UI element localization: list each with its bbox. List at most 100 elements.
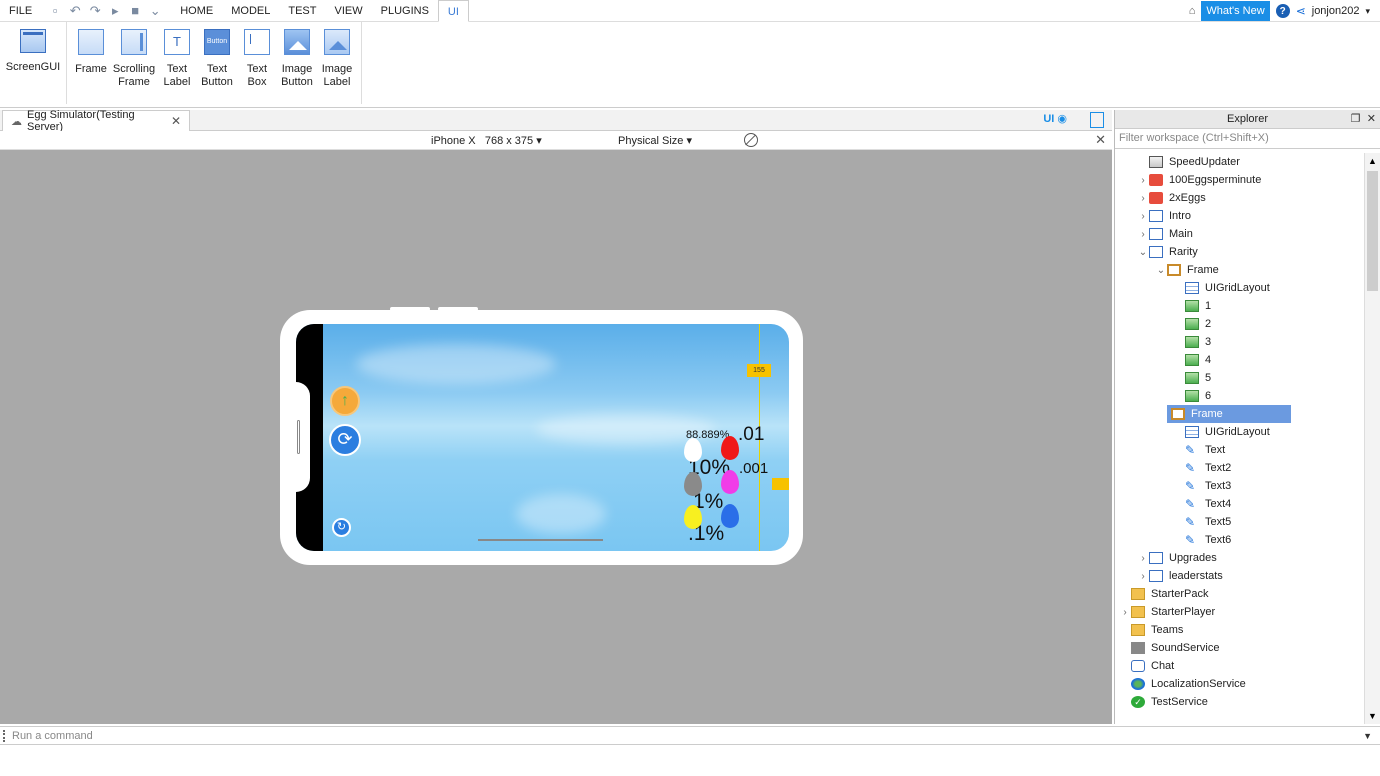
img-icon xyxy=(1185,354,1199,366)
explorer-item[interactable]: ✎ Text5 xyxy=(1173,513,1231,531)
explorer-item[interactable]: ✎ Text4 xyxy=(1173,495,1231,513)
explorer-item[interactable]: 6 xyxy=(1173,387,1211,405)
menu-file[interactable]: FILE xyxy=(0,0,41,22)
chevron-right-icon[interactable]: › xyxy=(1137,175,1149,186)
explorer-item[interactable]: SoundService xyxy=(1119,639,1220,657)
game-screen[interactable]: ↑ ⟳ ↻ 155 88.889% .01 10% .001 1% .1% xyxy=(296,324,789,551)
scroll-up-icon[interactable]: ▲ xyxy=(1368,156,1377,166)
explorer-item[interactable]: › StarterPlayer xyxy=(1119,603,1215,621)
explorer-item[interactable]: 4 xyxy=(1173,351,1211,369)
text-label-button[interactable]: T Text Label xyxy=(157,26,197,104)
close-icon[interactable]: ✕ xyxy=(171,114,181,128)
image-label-button[interactable]: Image Label xyxy=(317,26,357,104)
explorer-item[interactable]: StarterPack xyxy=(1119,585,1208,603)
device-select[interactable]: iPhone X 768 x 375 ▾ xyxy=(431,134,542,147)
scroll-down-icon[interactable]: ▼ xyxy=(1368,711,1377,721)
document-tab[interactable]: ☁ Egg Simulator(Testing Server) ✕ xyxy=(2,109,190,133)
reset-button[interactable]: ↻ xyxy=(332,518,351,537)
chevron-right-icon[interactable]: › xyxy=(1137,229,1149,240)
text-box-button[interactable]: Text Box xyxy=(237,26,277,104)
explorer-item[interactable]: UIGridLayout xyxy=(1173,279,1270,297)
explorer-item[interactable]: › 2xEggs xyxy=(1137,189,1206,207)
cloud xyxy=(356,344,556,384)
chevron-right-icon[interactable]: › xyxy=(1119,607,1131,618)
upgrade-button[interactable]: ↑ xyxy=(330,386,360,416)
close-icon[interactable]: ✕ xyxy=(1095,132,1106,148)
script-icon xyxy=(1149,156,1163,168)
explorer-item[interactable]: 3 xyxy=(1173,333,1211,351)
chevron-down-icon[interactable]: ⌄ xyxy=(1155,265,1167,276)
explorer-item[interactable]: › Upgrades xyxy=(1137,549,1217,567)
selection-handle[interactable] xyxy=(772,478,789,490)
chevron-right-icon[interactable]: › xyxy=(1137,553,1149,564)
rebirth-button[interactable]: ⟳ xyxy=(329,424,361,456)
screengui-label: ScreenGUI xyxy=(5,61,61,73)
chevron-right-icon[interactable]: › xyxy=(1137,211,1149,222)
ui-visibility-toggle[interactable]: UI ◉ xyxy=(1043,112,1067,125)
explorer-item[interactable]: ✎ Text3 xyxy=(1173,477,1231,495)
tab-home[interactable]: HOME xyxy=(171,0,222,22)
frame-button[interactable]: Frame xyxy=(71,26,111,104)
orientation-icon[interactable] xyxy=(744,133,758,147)
tab-test[interactable]: TEST xyxy=(279,0,325,22)
stop-icon[interactable]: ■ xyxy=(127,3,143,19)
explorer-item[interactable]: ✎ Text xyxy=(1173,441,1225,459)
close-icon[interactable]: ✕ xyxy=(1367,113,1376,125)
device-emulator-icon[interactable] xyxy=(1090,112,1104,128)
command-bar[interactable]: Run a command ▼ xyxy=(0,726,1380,745)
explorer-item[interactable]: Teams xyxy=(1119,621,1183,639)
tab-ui[interactable]: UI xyxy=(437,0,469,22)
gui-icon xyxy=(1149,570,1163,582)
explorer-item[interactable]: SpeedUpdater xyxy=(1137,153,1240,171)
text-box-label-2: Box xyxy=(247,76,267,88)
undo-icon[interactable]: ↶ xyxy=(67,3,83,19)
explorer-scrollbar[interactable]: ▲ ▼ xyxy=(1364,153,1380,724)
explorer-item[interactable]: ✎ Text6 xyxy=(1173,531,1231,549)
explorer-item[interactable]: ✓ TestService xyxy=(1119,693,1208,711)
play-icon[interactable]: ▸ xyxy=(107,3,123,19)
viewport[interactable]: ↑ ⟳ ↻ 155 88.889% .01 10% .001 1% .1% xyxy=(0,150,1112,724)
text-button-button[interactable]: Button Text Button xyxy=(197,26,237,104)
redo-icon[interactable]: ↷ xyxy=(87,3,103,19)
explorer-item[interactable]: ⌄ Rarity xyxy=(1137,243,1198,261)
help-icon[interactable]: ? xyxy=(1275,4,1290,18)
explorer-item[interactable]: › 100Eggsperminute xyxy=(1137,171,1261,189)
explorer-item[interactable]: ✎ Text2 xyxy=(1173,459,1231,477)
image-button-button[interactable]: Image Button xyxy=(277,26,317,104)
share-icon[interactable]: ⋖ xyxy=(1296,4,1306,18)
customize-icon[interactable]: ⌄ xyxy=(147,3,163,19)
phone-button xyxy=(390,307,430,311)
explorer-item[interactable]: 2 xyxy=(1173,315,1211,333)
scroll-thumb[interactable] xyxy=(1367,171,1378,291)
explorer-item[interactable]: ⌄ Frame xyxy=(1155,261,1219,279)
tab-model[interactable]: MODEL xyxy=(222,0,279,22)
explorer-item[interactable]: UIGridLayout xyxy=(1173,423,1270,441)
chevron-down-icon[interactable]: ⌄ xyxy=(1137,247,1149,258)
text-button-label-2: Button xyxy=(201,76,233,88)
explorer-item[interactable]: › leaderstats xyxy=(1137,567,1223,585)
collapse-ribbon-icon[interactable]: ⌂ xyxy=(1189,5,1196,17)
explorer-item[interactable]: 1 xyxy=(1173,297,1211,315)
explorer-item[interactable]: LocalizationService xyxy=(1119,675,1246,693)
explorer-item[interactable]: › Main xyxy=(1137,225,1193,243)
chevron-right-icon[interactable]: › xyxy=(1137,571,1149,582)
screengui-button[interactable]: ScreenGUI xyxy=(4,26,62,104)
new-file-icon[interactable]: ▫ xyxy=(47,3,63,19)
explorer-item[interactable]: Frame xyxy=(1167,405,1291,423)
tab-view[interactable]: VIEW xyxy=(325,0,371,22)
tab-plugins[interactable]: PLUGINS xyxy=(372,0,438,22)
explorer-filter-input[interactable]: Filter workspace (Ctrl+Shift+X) xyxy=(1115,129,1380,149)
ribbon-group-container: ScreenGUI xyxy=(0,22,67,104)
username[interactable]: jonjon202 xyxy=(1312,5,1360,17)
scrolling-frame-button[interactable]: Scrolling Frame xyxy=(111,26,157,104)
restore-icon[interactable]: ❐ xyxy=(1351,113,1361,125)
command-input[interactable]: Run a command xyxy=(12,730,93,742)
chevron-right-icon[interactable]: › xyxy=(1137,193,1149,204)
chevron-down-icon[interactable]: ▼ xyxy=(1363,727,1372,745)
explorer-item[interactable]: Chat xyxy=(1119,657,1174,675)
chevron-down-icon[interactable]: ▾ xyxy=(1365,6,1370,17)
whats-new-button[interactable]: What's New xyxy=(1201,1,1270,21)
explorer-item[interactable]: 5 xyxy=(1173,369,1211,387)
explorer-item[interactable]: › Intro xyxy=(1137,207,1191,225)
size-mode-select[interactable]: Physical Size ▾ xyxy=(618,134,692,147)
